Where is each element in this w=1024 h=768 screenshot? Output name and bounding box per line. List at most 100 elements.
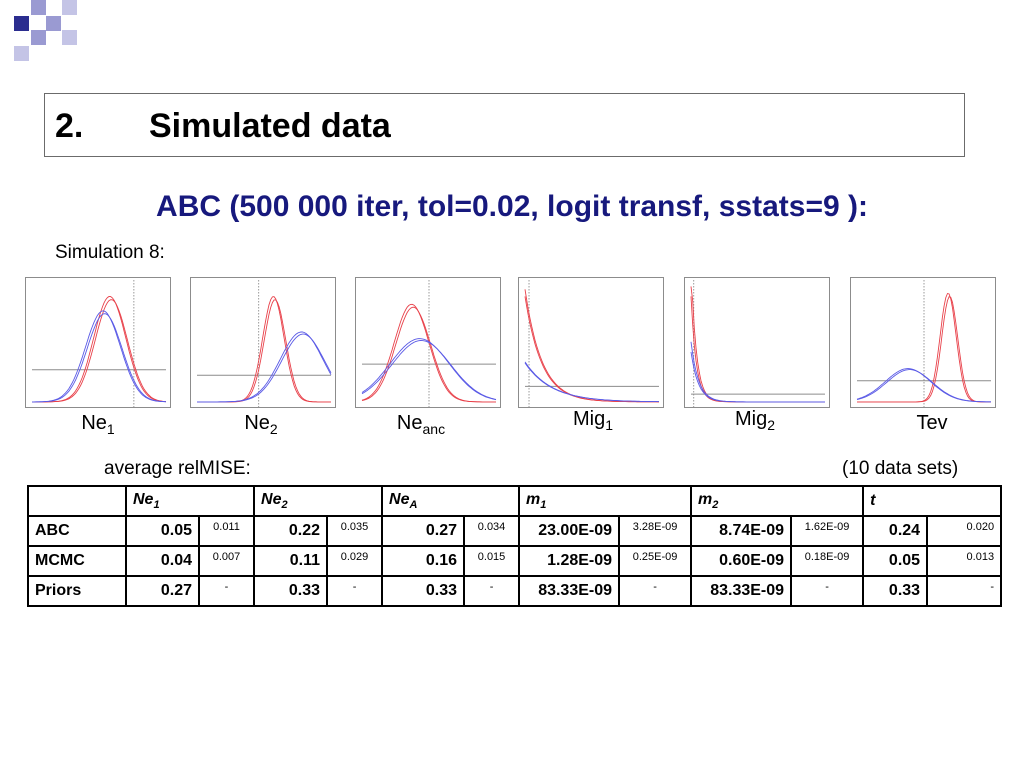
datasets-count-label: (10 data sets) [842, 458, 959, 479]
relmise-value: 0.04 [125, 545, 200, 577]
row-label: MCMC [27, 545, 127, 577]
density-panel-ne1 [25, 277, 171, 408]
abc-density-curve [690, 296, 825, 403]
abc-density-curve [32, 296, 167, 403]
abc-density-curve [690, 286, 825, 403]
relmise-sd: - [326, 575, 384, 607]
table-row: ABC 0.05 0.011 0.22 0.035 0.27 0.034 23.00E-09 3… [27, 515, 1003, 547]
avg-relmise-label: average relMISE: [104, 458, 251, 479]
table-header-cell: m2 [690, 485, 865, 517]
relmise-value: 0.24 [862, 515, 929, 547]
header-sub: 2 [712, 499, 719, 512]
relmise-value: 0.33 [381, 575, 466, 607]
relmise-sd: - [197, 575, 256, 607]
panel-label: Tev [867, 412, 997, 435]
mcmc-density-curve [690, 341, 825, 403]
relmise-sd: 0.013 [926, 545, 1003, 577]
abc-density-curve [524, 289, 660, 403]
abc-density-curve [32, 299, 167, 403]
relmise-value: 0.33 [253, 575, 329, 607]
section-title: Simulated data [149, 107, 391, 145]
panel-label: Neanc [356, 412, 486, 437]
density-panel-mig1 [518, 277, 664, 408]
header-base: m [698, 490, 713, 508]
relmise-sd: - [618, 575, 693, 607]
table-header-cell: Ne1 [124, 485, 256, 517]
panel-label-base: Ne [81, 412, 107, 434]
relmise-value: 23.00E-09 [518, 515, 621, 547]
relmise-sd: 0.020 [926, 515, 1003, 547]
relmise-sd: 0.034 [463, 515, 521, 547]
slide-subtitle: ABC (500 000 iter, tol=0.02, logit trans… [156, 190, 868, 223]
density-plot [524, 280, 660, 407]
row-label: Priors [27, 575, 127, 607]
table-corner-cell [27, 485, 127, 517]
table-header-cell: Ne2 [253, 485, 384, 517]
relmise-value: 1.28E-09 [518, 545, 621, 577]
header-sub: 1 [540, 499, 547, 512]
panel-label: Ne1 [33, 412, 163, 437]
density-plot [361, 280, 497, 407]
relmise-value: 0.33 [862, 575, 929, 607]
table-header-row: Ne1 Ne2 NeA m1 m2 t [27, 485, 1003, 517]
relmise-sd: 1.62E-09 [790, 515, 865, 547]
relmise-value: 83.33E-09 [518, 575, 621, 607]
panel-label-sub: 2 [269, 421, 278, 437]
panel-label-base: Mig [572, 408, 606, 430]
relmise-value: 0.05 [862, 545, 929, 577]
panel-label: Ne2 [196, 412, 326, 437]
panel-label-sub: 1 [605, 417, 614, 433]
relmise-sd: 0.015 [463, 545, 521, 577]
density-panel-mig2 [684, 277, 830, 408]
header-sub: 2 [281, 499, 288, 512]
relmise-sd: 3.28E-09 [618, 515, 693, 547]
header-base: m [526, 490, 541, 508]
relmise-sd: 0.007 [197, 545, 256, 577]
density-plot [690, 280, 825, 407]
relmise-sd: 0.035 [326, 515, 384, 547]
mcmc-density-curve [197, 333, 332, 403]
panel-label-base: Tev [916, 412, 948, 434]
relmise-sd: - [926, 575, 1003, 607]
slide-title-box: 2. Simulated data [44, 93, 965, 157]
relmise-sd: 0.029 [326, 545, 384, 577]
table-row: Priors 0.27-0.33-0.33-83.33E-09-83.33E-09… [27, 575, 1003, 607]
row-label: ABC [27, 515, 127, 547]
relmise-value: 0.11 [253, 545, 329, 577]
relmise-value: 8.74E-09 [690, 515, 793, 547]
header-base: Ne [261, 490, 282, 508]
panel-label: Mig2 [690, 408, 820, 433]
header-sub: 1 [153, 499, 160, 512]
relmise-value: 0.27 [381, 515, 466, 547]
header-base: Ne [389, 490, 410, 508]
density-plot [856, 280, 991, 407]
density-panel-ne2 [190, 277, 336, 408]
relmise-value: 0.16 [381, 545, 466, 577]
panel-label-sub: 2 [767, 417, 776, 433]
panel-label: Mig1 [528, 408, 658, 433]
relmise-sd: 0.18E-09 [790, 545, 865, 577]
header-sub: A [409, 499, 418, 512]
relmise-sd: - [790, 575, 865, 607]
relmise-value: 83.33E-09 [690, 575, 793, 607]
table-header-cell: t [862, 485, 1003, 517]
relmise-value: 0.22 [253, 515, 329, 547]
density-panel-tev [850, 277, 996, 408]
section-number: 2. [55, 107, 84, 145]
header-base: Ne [133, 490, 154, 508]
density-panel-neanc [355, 277, 501, 408]
relmise-value: 0.05 [125, 515, 200, 547]
panel-label-sub: 1 [106, 421, 115, 437]
table-row: MCMC 0.04 0.007 0.11 0.029 0.16 0.015 1.28E-09 0… [27, 545, 1003, 577]
corner-squares-decoration [14, 0, 77, 61]
results-table: Ne1 Ne2 NeA m1 m2 t ABC 0.05 0.011 0.22 0.035 0.27 0… [27, 485, 1003, 607]
header-base: t [870, 492, 876, 509]
relmise-sd: 0.25E-09 [618, 545, 693, 577]
table-header-cell: m1 [518, 485, 693, 517]
simulation-label: Simulation 8: [55, 242, 165, 263]
panel-label-base: Mig [734, 408, 768, 430]
relmise-sd: 0.011 [197, 515, 256, 547]
density-plot [197, 280, 332, 407]
density-plot [32, 280, 167, 407]
table-header-cell: NeA [381, 485, 521, 517]
